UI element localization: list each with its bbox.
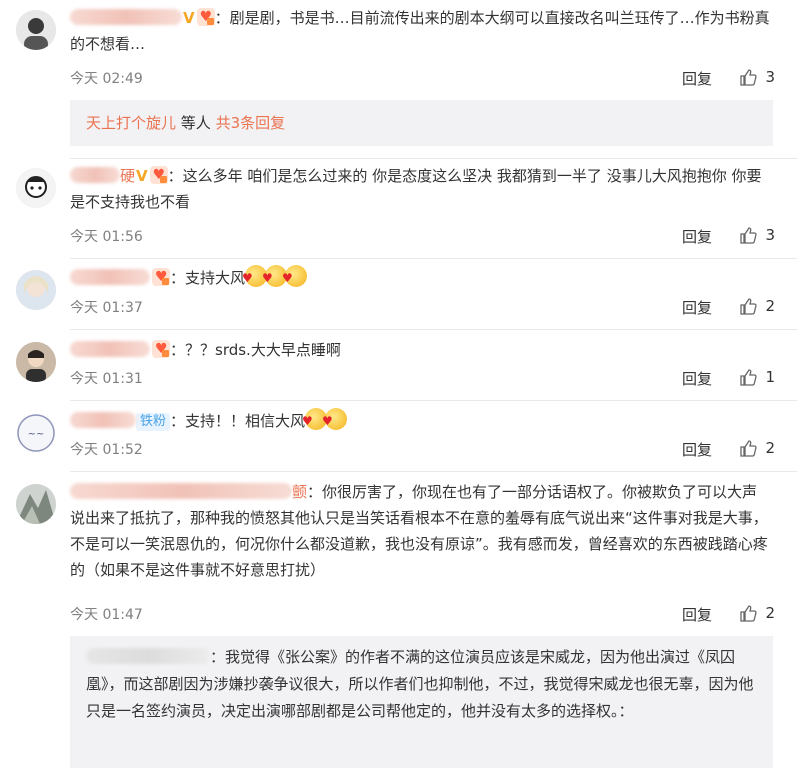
avatar[interactable]: ~~ bbox=[16, 413, 56, 453]
reply-summary[interactable]: 天上打个旋儿 等人 共3条回复 bbox=[70, 100, 773, 146]
avatar[interactable] bbox=[16, 168, 56, 208]
comment-time: 今天 01:37 bbox=[70, 300, 143, 316]
comment-meta: 今天 01:31 回复 1 bbox=[70, 368, 775, 388]
fan-badge-icon bbox=[149, 162, 168, 188]
fan-badge-icon bbox=[196, 4, 215, 30]
comment-time: 今天 01:31 bbox=[70, 371, 143, 387]
username-tail[interactable]: 颤 bbox=[292, 483, 307, 501]
like-count: 3 bbox=[765, 226, 775, 244]
sub-reply: ：我觉得《张公案》的作者不满的这位演员应该是宋威龙，因为他出演过《凤囚凰》，而这… bbox=[70, 636, 773, 768]
thumbs-up-icon bbox=[739, 226, 757, 248]
reply-summary-mid: 等人 bbox=[176, 114, 216, 132]
comment-text: ：这么多年 咱们是怎么过来的 你是态度这么坚决 我都猜到一半了 没事儿大风抱抱你… bbox=[70, 167, 762, 211]
like-count: 2 bbox=[765, 439, 775, 457]
username[interactable] bbox=[70, 412, 136, 428]
comment-content: ：支持大风 bbox=[70, 264, 770, 291]
comment-content: 颤：你很厉害了，你现在也有了一部分话语权了。你被欺负了可以大声说出来了抵抗了，那… bbox=[70, 479, 770, 583]
comment-text: ：支持大风 bbox=[170, 269, 246, 287]
divider bbox=[70, 329, 797, 330]
comment-time: 今天 01:47 bbox=[70, 607, 143, 623]
reply-button[interactable]: 回复 bbox=[682, 226, 712, 247]
comment-time: 今天 01:52 bbox=[70, 442, 143, 458]
username[interactable] bbox=[70, 341, 150, 357]
reply-button[interactable]: 回复 bbox=[682, 439, 712, 460]
v-badge-icon: V bbox=[136, 167, 148, 185]
comment-content: 硬V：这么多年 咱们是怎么过来的 你是态度这么坚决 我都猜到一半了 没事儿大风抱… bbox=[70, 162, 770, 215]
reply-button[interactable]: 回复 bbox=[682, 297, 712, 318]
fan-badge-icon bbox=[152, 336, 170, 362]
comment-content: V：剧是剧，书是书…目前流传出来的剧本大纲可以直接改名叫兰珏传了…作为书粉真的不… bbox=[70, 4, 770, 57]
like-count: 2 bbox=[765, 297, 775, 315]
thumbs-up-icon bbox=[739, 297, 757, 319]
divider bbox=[70, 400, 797, 401]
v-badge-icon: V bbox=[183, 9, 195, 27]
reply-button[interactable]: 回复 bbox=[682, 68, 712, 89]
thumbs-up-icon bbox=[739, 439, 757, 461]
comment-text: ：支持！！相信大风 bbox=[170, 412, 306, 430]
avatar[interactable] bbox=[16, 484, 56, 524]
avatar[interactable] bbox=[16, 342, 56, 382]
username[interactable] bbox=[70, 269, 150, 285]
avatar[interactable] bbox=[16, 10, 56, 50]
comment-meta: 今天 02:49 回复 3 bbox=[70, 68, 775, 88]
comment-meta: 今天 01:47 回复 2 bbox=[70, 604, 775, 624]
svg-text:~~: ~~ bbox=[28, 429, 45, 440]
reply-button[interactable]: 回复 bbox=[682, 604, 712, 625]
thumbs-up-icon bbox=[739, 604, 757, 626]
comment-content: ：？？srds.大大早点睡啊 bbox=[70, 336, 770, 363]
like-count: 3 bbox=[765, 68, 775, 86]
comment-time: 今天 01:56 bbox=[70, 229, 143, 245]
thumbs-up-icon bbox=[739, 368, 757, 390]
comment-content: 铁粉 ：支持！！相信大风 bbox=[70, 408, 770, 434]
hug-emoji-icon bbox=[282, 265, 308, 291]
comment-meta: 今天 01:52 回复 2 bbox=[70, 439, 775, 459]
comment-text: ：？？srds.大大早点睡啊 bbox=[170, 341, 341, 359]
reply-summary-user[interactable]: 天上打个旋儿 bbox=[86, 114, 176, 132]
username[interactable] bbox=[70, 9, 182, 25]
comment-time: 今天 02:49 bbox=[70, 71, 143, 87]
divider bbox=[70, 258, 797, 259]
comment-meta: 今天 01:37 回复 2 bbox=[70, 297, 775, 317]
username[interactable] bbox=[70, 167, 120, 183]
like-count: 1 bbox=[765, 368, 775, 386]
username[interactable] bbox=[86, 648, 210, 664]
fan-level-badge: 铁粉 bbox=[136, 413, 171, 431]
hug-emoji-icon bbox=[322, 408, 348, 434]
thumbs-up-icon bbox=[739, 68, 757, 90]
fan-badge-icon bbox=[152, 264, 170, 290]
avatar[interactable] bbox=[16, 270, 56, 310]
username[interactable] bbox=[70, 483, 292, 499]
like-count: 2 bbox=[765, 604, 775, 622]
comment-meta: 今天 01:56 回复 3 bbox=[70, 226, 775, 246]
divider bbox=[70, 471, 797, 472]
username-tail[interactable]: 硬 bbox=[120, 167, 135, 185]
divider bbox=[70, 158, 797, 159]
reply-button[interactable]: 回复 bbox=[682, 368, 712, 389]
sub-reply-content: ：我觉得《张公案》的作者不满的这位演员应该是宋威龙，因为他出演过《凤囚凰》，而这… bbox=[86, 644, 766, 725]
reply-summary-count[interactable]: 共3条回复 bbox=[216, 114, 286, 132]
